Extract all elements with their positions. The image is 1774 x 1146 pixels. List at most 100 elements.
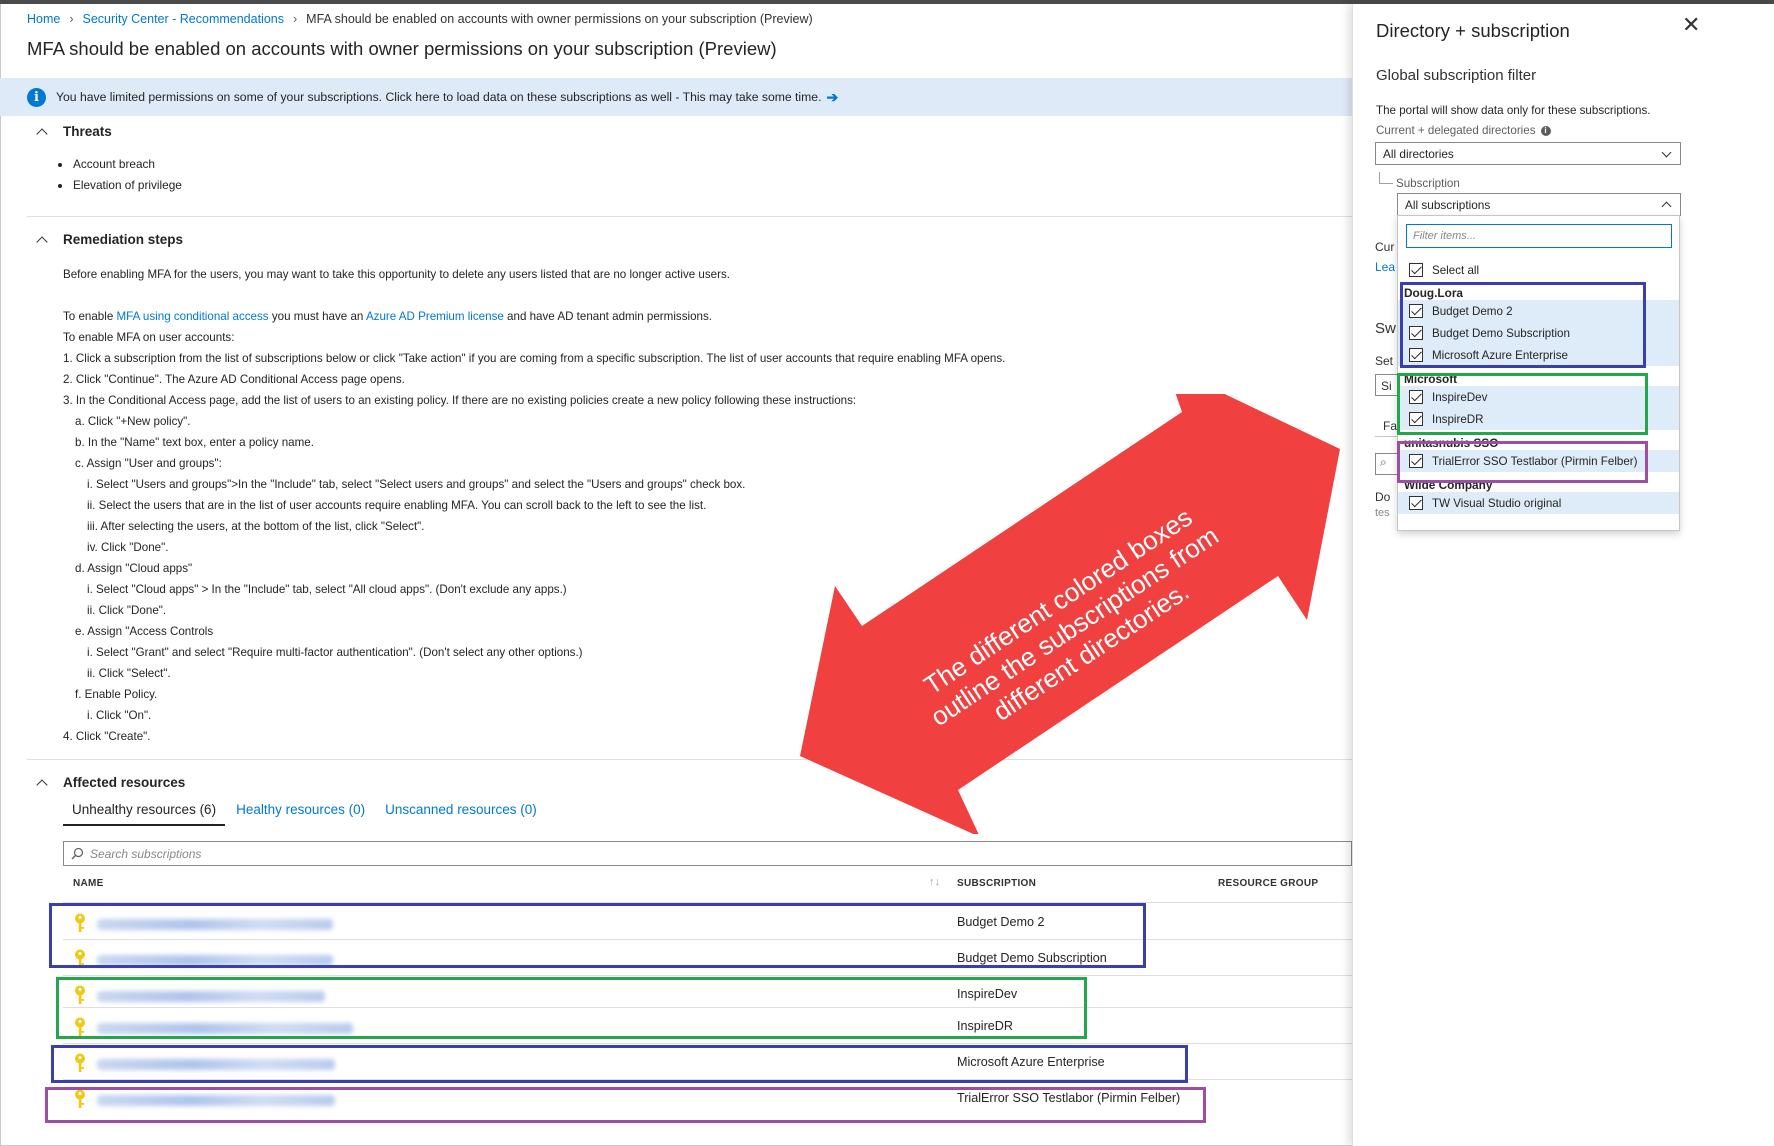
checkbox-checked-icon[interactable] (1409, 304, 1423, 318)
mfa-conditional-access-link[interactable]: MFA using conditional access (117, 310, 269, 323)
chevron-up-icon (1661, 201, 1672, 212)
tab-unhealthy[interactable]: Unhealthy resources (6) (63, 802, 226, 826)
directory-group-header: unitasnubis SSO (1404, 436, 1499, 450)
row-divider (63, 1043, 1352, 1044)
breadcrumb-home[interactable]: Home (27, 12, 60, 26)
threats-header[interactable]: Threats (36, 124, 112, 140)
checkbox-checked-icon[interactable] (1409, 390, 1423, 404)
subscription-option[interactable]: Budget Demo 2 (1398, 300, 1679, 322)
checkbox-checked-icon[interactable] (1409, 454, 1423, 468)
row-subscription: Budget Demo 2 (957, 915, 1045, 929)
resource-tabs: Unhealthy resources (6) Healthy resource… (63, 802, 548, 826)
key-icon (75, 949, 85, 968)
table-row[interactable]: Budget Demo Subscription (63, 941, 1352, 977)
subscription-option[interactable]: TW Visual Studio original (1398, 492, 1679, 514)
table-row[interactable]: InspireDR (63, 1009, 1352, 1045)
subscription-option-label: Budget Demo Subscription (1432, 326, 1570, 340)
search-placeholder: Search subscriptions (90, 846, 202, 861)
azure-ad-premium-link[interactable]: Azure AD Premium license (366, 310, 504, 323)
hidden-fragment: Cur (1375, 240, 1395, 254)
table-row[interactable]: TrialError SSO Testlabor (Pirmin Felber) (63, 1081, 1352, 1117)
info-icon: i (27, 87, 46, 107)
double-arrow-annotation: The different colored boxes outline the … (800, 394, 1340, 834)
redacted-resource-name[interactable] (97, 955, 333, 966)
arrow-right-icon[interactable]: ➔ (826, 89, 838, 106)
redacted-resource-name[interactable] (97, 991, 325, 1002)
subscription-value: All subscriptions (1405, 197, 1491, 212)
search-subscriptions-input[interactable]: Search subscriptions (63, 841, 1352, 866)
info-banner[interactable]: i You have limited permissions on some o… (0, 78, 1352, 116)
threat-item: Account breach (58, 154, 182, 175)
threat-item: Elevation of privilege (58, 175, 182, 196)
tab-unscanned[interactable]: Unscanned resources (0) (376, 802, 546, 826)
redacted-resource-name[interactable] (97, 1023, 353, 1034)
info-banner-text[interactable]: You have limited permissions on some of … (56, 90, 821, 104)
enable-prefix: To enable (63, 310, 117, 323)
breadcrumb-separator-icon: › (69, 12, 74, 26)
sort-icon[interactable]: ↑↓ (929, 876, 940, 888)
remediation-header[interactable]: Remediation steps (36, 232, 184, 248)
remediation-title: Remediation steps (63, 232, 184, 247)
checkbox-checked-icon[interactable] (1409, 348, 1423, 362)
breadcrumb-security-center[interactable]: Security Center - Recommendations (83, 12, 284, 26)
row-divider (63, 939, 1352, 940)
subscription-dropdown-panel: Filter items... Select all Doug.Lora Budg… (1397, 215, 1680, 531)
affected-header[interactable]: Affected resources (36, 775, 185, 791)
row-subscription: Budget Demo Subscription (957, 951, 1107, 965)
breadcrumb-separator-icon: › (293, 12, 298, 26)
column-header-subscription[interactable]: SUBSCRIPTION (957, 878, 1036, 889)
threats-list: Account breach Elevation of privilege (58, 154, 182, 196)
subscription-option[interactable]: Microsoft Azure Enterprise (1398, 344, 1679, 366)
subscription-option[interactable]: TrialError SSO Testlabor (Pirmin Felber) (1398, 450, 1679, 472)
remediation-intro: Before enabling MFA for the users, you m… (63, 268, 731, 281)
subscription-option[interactable]: InspireDev (1398, 386, 1679, 408)
close-icon[interactable]: ✕ (1682, 13, 1700, 38)
redacted-resource-name[interactable] (97, 919, 333, 930)
key-icon (75, 985, 85, 1004)
redacted-resource-name[interactable] (97, 1059, 335, 1070)
filter-items-input[interactable]: Filter items... (1406, 224, 1672, 248)
enable-mid: you must have an (268, 310, 366, 323)
subscription-option-label: InspireDR (1432, 412, 1484, 426)
subscription-option-label: Microsoft Azure Enterprise (1432, 348, 1568, 362)
directory-group-header: Doug.Lora (1404, 286, 1463, 300)
chevron-down-icon (1661, 147, 1672, 158)
directories-dropdown[interactable]: All directories (1375, 142, 1681, 165)
filter-placeholder: Filter items... (1413, 230, 1476, 242)
row-subscription: InspireDR (957, 1019, 1013, 1033)
remediation-step: To enable MFA on user accounts: (63, 331, 235, 344)
info-icon[interactable]: i (1540, 125, 1551, 136)
remediation-step: 2. Click "Continue". The Azure AD Condit… (63, 373, 405, 386)
subscription-option[interactable]: Budget Demo Subscription (1398, 322, 1679, 344)
subscription-option-label: InspireDev (1432, 390, 1488, 404)
enable-line: To enable MFA using conditional access y… (63, 306, 1063, 327)
directory-group-header: Wilde Company (1404, 478, 1493, 492)
chevron-up-icon (36, 235, 48, 248)
hidden-link-fragment[interactable]: Lea (1375, 260, 1395, 274)
checkbox-checked-icon[interactable] (1409, 326, 1423, 340)
column-header-name[interactable]: NAME (73, 878, 104, 889)
subscription-dropdown[interactable]: All subscriptions (1397, 193, 1681, 216)
table-row[interactable]: Microsoft Azure Enterprise (63, 1045, 1352, 1081)
hidden-divider (1375, 436, 1397, 437)
select-all-option[interactable]: Select all (1398, 259, 1679, 281)
enable-suffix: and have AD tenant admin permissions. (503, 310, 712, 323)
row-divider (63, 975, 1352, 976)
directories-value: All directories (1383, 146, 1454, 161)
tree-connector (1379, 172, 1393, 184)
redacted-resource-name[interactable] (97, 1095, 335, 1106)
column-header-resource-group[interactable]: RESOURCE GROUP (1218, 878, 1318, 889)
hidden-fragment: Fa (1383, 419, 1398, 433)
table-row[interactable]: Budget Demo 2 (63, 905, 1352, 941)
checkbox-checked-icon[interactable] (1409, 496, 1423, 510)
blade-subtitle: Global subscription filter (1376, 67, 1537, 84)
directories-label: Current + delegated directories i (1376, 124, 1551, 137)
key-icon (75, 1053, 85, 1072)
checkbox-checked-icon[interactable] (1409, 263, 1423, 277)
checkbox-checked-icon[interactable] (1409, 412, 1423, 426)
hidden-fragment: Sw (1375, 320, 1396, 337)
breadcrumb: Home › Security Center - Recommendations… (27, 12, 813, 26)
tab-healthy[interactable]: Healthy resources (0) (227, 802, 374, 826)
hidden-fragment: Si (1381, 379, 1392, 393)
subscription-option[interactable]: InspireDR (1398, 408, 1679, 430)
